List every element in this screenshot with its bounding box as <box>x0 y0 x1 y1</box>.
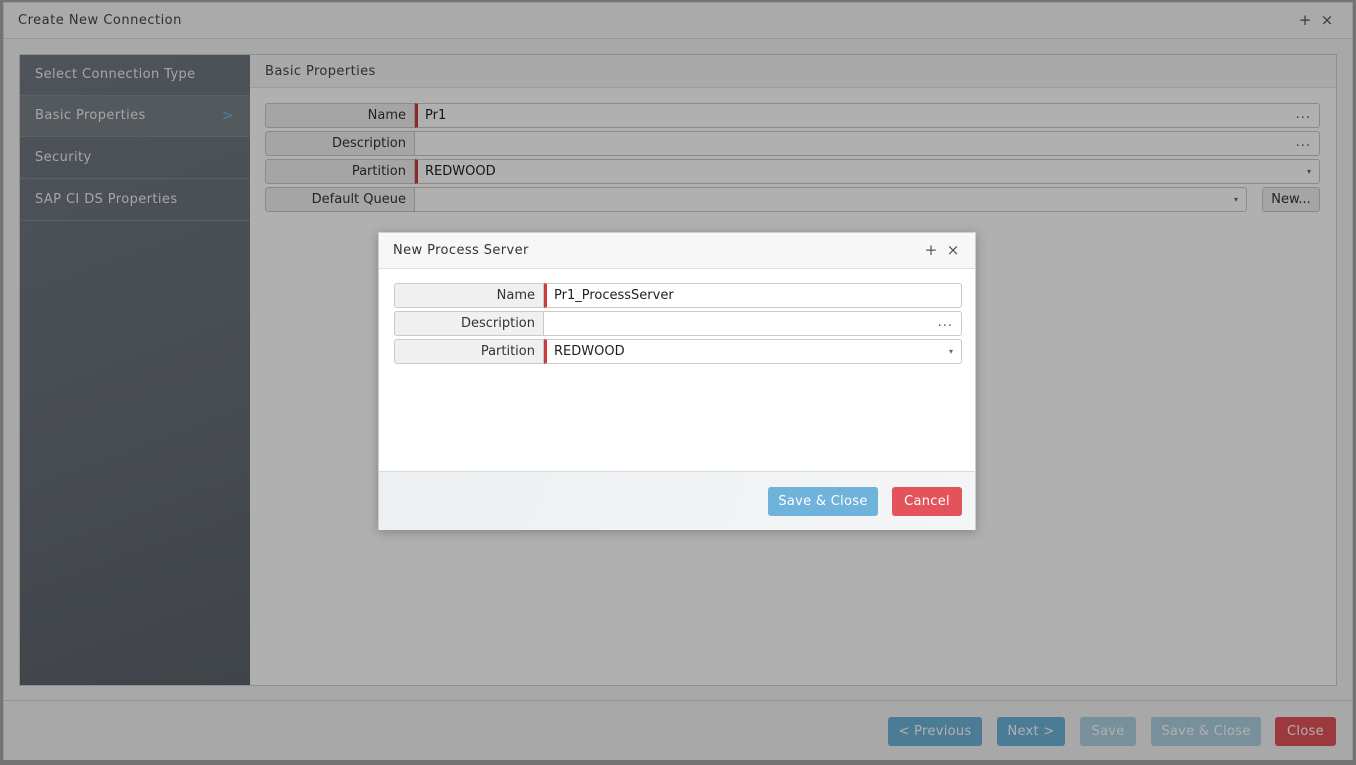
close-icon[interactable]: × <box>945 241 961 259</box>
process-server-description-field[interactable]: ... <box>544 311 962 336</box>
partition-value: REDWOOD <box>554 344 625 359</box>
dialog-description-row: Description ... <box>394 311 962 336</box>
dialog-partition-row: Partition REDWOOD ▾ <box>394 339 962 364</box>
more-icon[interactable]: ... <box>938 311 953 334</box>
dialog-footer: Save & Close Cancel <box>379 471 975 530</box>
name-value: Pr1_ProcessServer <box>554 288 674 303</box>
dialog-save-and-close-button[interactable]: Save & Close <box>768 487 878 516</box>
new-process-server-dialog: New Process Server + × Name Pr1_ProcessS… <box>378 232 976 530</box>
process-server-name-field[interactable]: Pr1_ProcessServer <box>544 283 962 308</box>
process-server-partition-select[interactable]: REDWOOD ▾ <box>544 339 962 364</box>
dropdown-caret-icon[interactable]: ▾ <box>949 340 953 363</box>
maximize-icon[interactable]: + <box>923 241 939 259</box>
dialog-title-bar: New Process Server + × <box>379 233 975 269</box>
dialog-title: New Process Server <box>393 243 529 258</box>
dialog-name-row: Name Pr1_ProcessServer <box>394 283 962 308</box>
partition-label: Partition <box>394 339 544 364</box>
description-label: Description <box>394 311 544 336</box>
dialog-cancel-button[interactable]: Cancel <box>892 487 962 516</box>
name-label: Name <box>394 283 544 308</box>
